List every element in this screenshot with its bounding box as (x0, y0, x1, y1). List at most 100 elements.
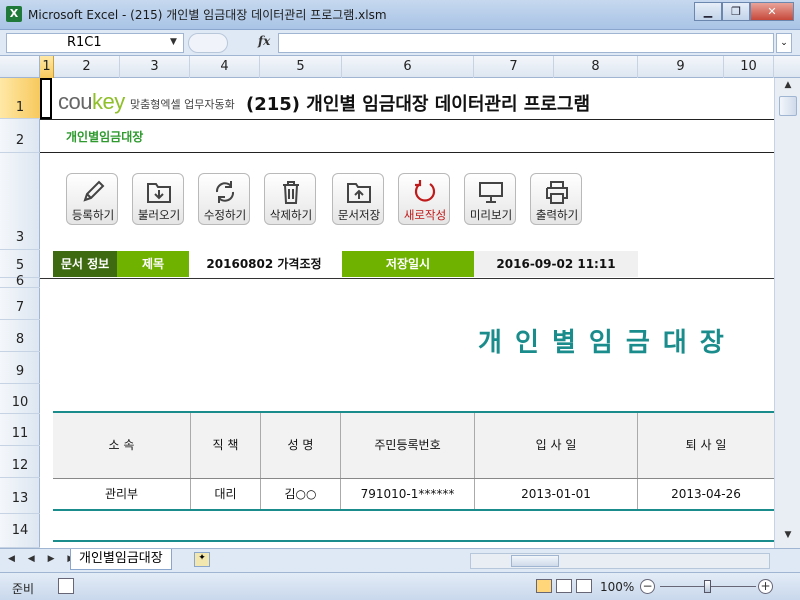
save-document-button[interactable]: 문서저장 (332, 173, 384, 225)
minimize-button[interactable]: ▁ (694, 2, 722, 21)
close-button[interactable]: ✕ (750, 2, 794, 21)
cell-leave-date[interactable]: 2013-04-26 (638, 479, 774, 510)
header-divider (40, 119, 774, 120)
macro-record-icon[interactable] (58, 578, 74, 594)
chevron-down-icon[interactable]: ▼ (170, 37, 177, 47)
formula-input[interactable] (278, 33, 774, 53)
row-header-10[interactable]: 10 (0, 384, 40, 414)
column-header-3[interactable]: 3 (120, 56, 190, 78)
row-header-13[interactable]: 13 (0, 478, 40, 514)
row-header-6[interactable]: 6 (0, 275, 40, 288)
select-all-corner[interactable] (0, 56, 40, 78)
insert-sheet-icon[interactable]: ✦ (194, 552, 210, 567)
view-switcher (536, 579, 592, 593)
column-header: 1 2 3 4 5 6 7 8 9 10 (0, 56, 800, 78)
row-header-9[interactable]: 9 (0, 352, 40, 384)
cell-department[interactable]: 관리부 (53, 479, 191, 510)
zoom-slider-handle[interactable] (704, 580, 711, 593)
preview-button[interactable]: 미리보기 (464, 173, 516, 225)
formula-bar: R1C1 ▼ fx ⌄ (0, 30, 800, 56)
header-resident-number: 주민등록번호 (341, 413, 475, 478)
horizontal-scrollbar[interactable] (470, 553, 770, 569)
doc-title-value[interactable]: 20160802 가격조정 (189, 251, 339, 277)
folder-upload-icon (347, 183, 371, 203)
cell-resident-number[interactable]: 791010-1****** (341, 479, 475, 510)
doc-title-label: 제목 (117, 251, 189, 277)
pencil-icon (83, 180, 105, 202)
normal-view-icon[interactable] (536, 579, 552, 593)
row-header-12[interactable]: 12 (0, 446, 40, 478)
title-bar: X Microsoft Excel - (215) 개인별 임금대장 데이터관리… (0, 0, 800, 30)
row-header-3[interactable]: 3 (0, 153, 40, 250)
vertical-scrollbar[interactable]: ▲ ▼ (774, 78, 800, 548)
page-break-view-icon[interactable] (576, 579, 592, 593)
load-button[interactable]: 불러오기 (132, 173, 184, 225)
status-bar: 준비 100% − + (0, 572, 800, 600)
doc-info-label: 문서 정보 (53, 251, 117, 277)
formula-tools: fx (188, 33, 276, 53)
scroll-down-icon[interactable]: ▼ (780, 530, 796, 546)
register-button[interactable]: 등록하기 (66, 173, 118, 225)
vertical-scroll-thumb[interactable] (779, 96, 797, 116)
name-box[interactable]: R1C1 (6, 33, 184, 53)
formula-cancel-enter[interactable] (188, 33, 228, 53)
program-title: (215) 개인별 임금대장 데이터관리 프로그램 (246, 94, 591, 115)
sheet-tab-active[interactable]: 개인별임금대장 (70, 549, 172, 570)
header-position: 직 책 (191, 413, 261, 478)
table-bottom-border (53, 509, 774, 511)
column-header-8[interactable]: 8 (554, 56, 638, 78)
row-header: 1 2 3 5 6 7 8 9 10 11 12 13 14 (0, 78, 40, 548)
column-header-7[interactable]: 7 (474, 56, 554, 78)
folder-download-icon (147, 183, 171, 203)
row-header-11[interactable]: 11 (0, 414, 40, 446)
new-doc-circle-icon (414, 180, 436, 202)
header-department: 소 속 (53, 413, 191, 478)
cell-hire-date[interactable]: 2013-01-01 (475, 479, 638, 510)
column-header-4[interactable]: 4 (190, 56, 260, 78)
scroll-up-icon[interactable]: ▲ (780, 80, 796, 96)
column-header-5[interactable]: 5 (260, 56, 342, 78)
sheet-nav-arrows[interactable]: ◀ ◀ ▶ ▶ (8, 554, 79, 564)
trash-icon (283, 181, 299, 204)
delete-button[interactable]: 삭제하기 (264, 173, 316, 225)
saved-at-label: 저장일시 (342, 251, 474, 277)
zoom-in-icon[interactable]: + (758, 579, 773, 594)
row-header-2[interactable]: 2 (0, 119, 40, 153)
header-hire-date: 입 사 일 (475, 413, 638, 478)
saved-at-value[interactable]: 2016-09-02 11:11 (474, 251, 638, 277)
row-header-14[interactable]: 14 (0, 514, 40, 548)
status-ready: 준비 (12, 582, 35, 596)
column-header-2[interactable]: 2 (54, 56, 120, 78)
row-header-8[interactable]: 8 (0, 320, 40, 352)
monitor-icon (479, 182, 503, 203)
coukey-logo: coukey (58, 89, 125, 114)
zoom-out-icon[interactable]: − (640, 579, 655, 594)
page-layout-view-icon[interactable] (556, 579, 572, 593)
header-leave-date: 퇴 사 일 (638, 413, 774, 478)
cell-position[interactable]: 대리 (191, 479, 261, 510)
row-header-7[interactable]: 7 (0, 288, 40, 320)
horizontal-scroll-thumb[interactable] (511, 555, 559, 567)
main-title: 개 인 별 임 금 대 장 (478, 328, 726, 358)
column-header-6[interactable]: 6 (342, 56, 474, 78)
new-document-button[interactable]: 새로작성 (398, 173, 450, 225)
window-title: Microsoft Excel - (215) 개인별 임금대장 데이터관리 프… (28, 8, 387, 22)
formula-expand-button[interactable]: ⌄ (776, 33, 792, 53)
edit-button[interactable]: 수정하기 (198, 173, 250, 225)
insert-function-icon[interactable]: fx (258, 34, 270, 48)
column-header-10[interactable]: 10 (724, 56, 774, 78)
print-button[interactable]: 출력하기 (530, 173, 582, 225)
cell-name[interactable]: 김○○ (261, 479, 341, 510)
zoom-level[interactable]: 100% (600, 580, 634, 594)
window-controls: ▁ ❐ ✕ (694, 2, 794, 22)
excel-app-icon[interactable]: X (6, 6, 22, 22)
header-name: 성 명 (261, 413, 341, 478)
restore-button[interactable]: ❐ (722, 2, 750, 21)
printer-icon (546, 181, 568, 204)
active-cell-cursor (40, 78, 52, 119)
logo-tagline: 맞춤형엑셀 업무자동화 (130, 98, 235, 111)
worksheet-grid[interactable]: coukey 맞춤형엑셀 업무자동화 (215) 개인별 임금대장 데이터관리 … (40, 78, 774, 548)
column-header-1[interactable]: 1 (40, 56, 54, 78)
column-header-9[interactable]: 9 (638, 56, 724, 78)
row-header-1[interactable]: 1 (0, 78, 40, 119)
